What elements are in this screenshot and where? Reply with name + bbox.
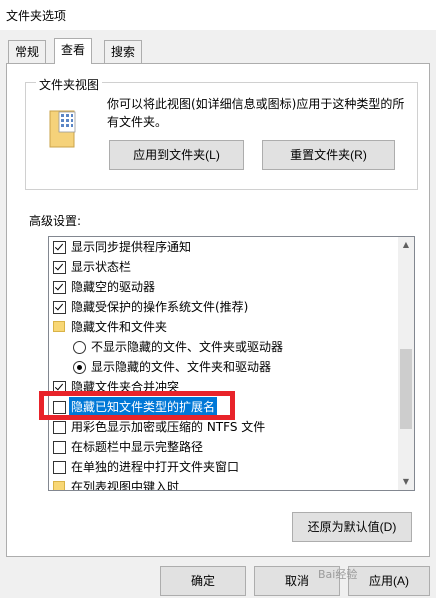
checkbox[interactable] xyxy=(53,281,66,294)
apply-button[interactable]: 应用(A) xyxy=(348,566,430,596)
checkbox[interactable] xyxy=(53,401,66,414)
setting-label: 显示同步提供程序通知 xyxy=(71,240,192,254)
apply-to-folders-button[interactable]: 应用到文件夹(L) xyxy=(109,140,244,170)
folder-view-icon xyxy=(49,110,76,148)
folder-view-description: 你可以将此视图(如详细信息或图标)应用于这种类型的所有文件夹。 xyxy=(107,97,405,129)
checkbox[interactable] xyxy=(53,261,66,274)
checkbox[interactable] xyxy=(53,461,66,474)
setting-label: 不显示隐藏的文件、文件夹或驱动器 xyxy=(91,340,284,354)
radio-button[interactable] xyxy=(73,361,86,374)
tab-bar: 常规 查看 搜索 xyxy=(0,38,436,64)
reset-folders-button[interactable]: 重置文件夹(R) xyxy=(262,140,395,170)
advanced-settings-label: 高级设置: xyxy=(29,214,82,228)
vertical-scrollbar[interactable]: ▲ ▼ xyxy=(398,237,414,490)
checkbox[interactable] xyxy=(53,301,66,314)
checkbox[interactable] xyxy=(53,381,66,394)
setting-label: 显示状态栏 xyxy=(71,260,132,274)
setting-label: 隐藏已知文件类型的扩展名 xyxy=(69,397,218,417)
checkbox[interactable] xyxy=(53,241,66,254)
scroll-down-arrow-icon[interactable]: ▼ xyxy=(398,474,414,490)
tab-search[interactable]: 搜索 xyxy=(104,40,143,63)
setting-label: 显示隐藏的文件、文件夹和驱动器 xyxy=(91,360,272,374)
setting-label: 隐藏受保护的操作系统文件(推荐) xyxy=(71,300,249,314)
setting-label: 用彩色显示加密或压缩的 NTFS 文件 xyxy=(71,420,266,434)
folder-icon xyxy=(53,481,65,490)
setting-label: 隐藏空的驱动器 xyxy=(71,280,156,294)
title-bar: 文件夹选项 xyxy=(0,0,436,30)
tab-view[interactable]: 查看 xyxy=(54,38,93,64)
setting-label: 在标题栏中显示完整路径 xyxy=(71,440,204,454)
watermark: Bai经验 xyxy=(318,568,358,581)
advanced-settings-list[interactable]: 显示同步提供程序通知 显示状态栏 隐藏空的驱动器 隐藏受保护的操作系统文件(推荐… xyxy=(48,236,415,491)
checkbox[interactable] xyxy=(53,421,66,434)
scroll-up-arrow-icon[interactable]: ▲ xyxy=(398,237,414,253)
tab-general[interactable]: 常规 xyxy=(8,40,47,63)
folder-view-label: 文件夹视图 xyxy=(36,76,103,93)
setting-label: 隐藏文件和文件夹 xyxy=(71,320,168,334)
radio-button[interactable] xyxy=(73,341,86,354)
checkbox[interactable] xyxy=(53,441,66,454)
scrollbar-thumb[interactable] xyxy=(400,349,412,429)
folder-icon xyxy=(53,321,65,332)
setting-label: 在列表视图中键入时 xyxy=(71,480,180,491)
restore-defaults-button[interactable]: 还原为默认值(D) xyxy=(292,512,412,542)
setting-label: 在单独的进程中打开文件夹窗口 xyxy=(71,460,240,474)
ok-button[interactable]: 确定 xyxy=(160,566,246,596)
window-title: 文件夹选项 xyxy=(6,9,67,23)
setting-label: 隐藏文件夹合并冲突 xyxy=(71,380,180,394)
